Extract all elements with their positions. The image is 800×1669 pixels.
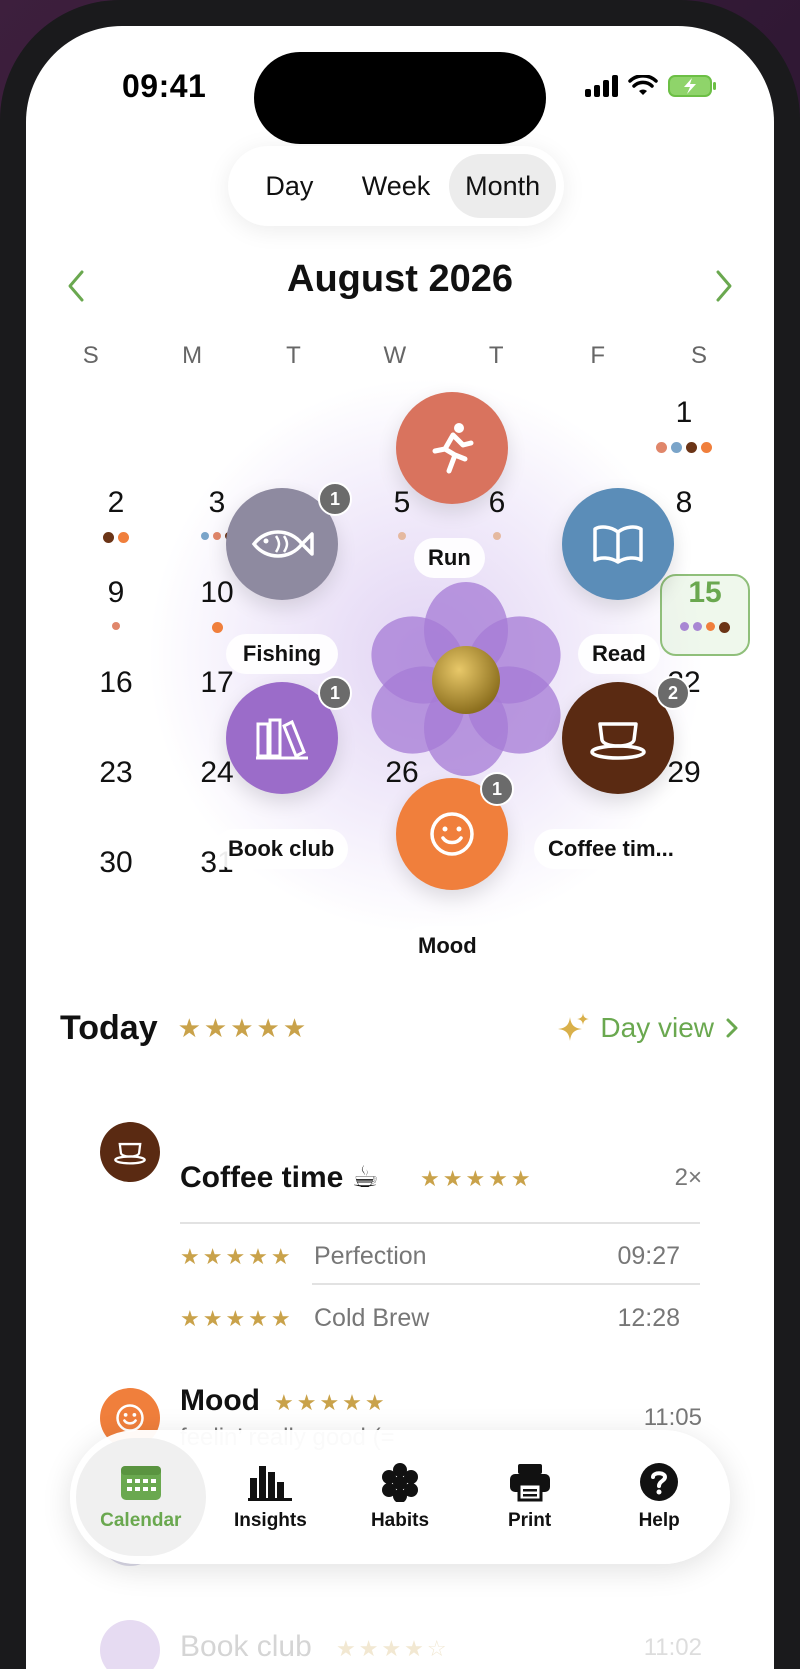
weekday-label: S <box>82 342 99 369</box>
status-time: 09:41 <box>122 68 207 104</box>
today-rating: ★★★★★ <box>177 1012 310 1043</box>
habit-mood-badge: 1 <box>480 772 514 806</box>
day-dots <box>71 622 161 630</box>
segment-day[interactable]: Day <box>236 154 343 218</box>
book-club-entry-time: 11:02 <box>643 1634 702 1661</box>
coffee-entry-rating: ★★★★★ <box>420 1166 534 1191</box>
calendar-day[interactable]: 2 <box>71 486 161 520</box>
bar-chart-icon <box>248 1466 293 1501</box>
next-month-chevron-icon[interactable] <box>708 266 738 306</box>
month-title: August 2026 <box>287 258 513 300</box>
calendar-day[interactable]: 9 <box>71 576 161 610</box>
tab-label: Help <box>638 1510 680 1531</box>
tab-print[interactable]: Print <box>465 1438 595 1556</box>
running-person-icon <box>432 423 474 474</box>
habit-coffee-badge: 2 <box>656 676 690 710</box>
tab-calendar[interactable]: Calendar <box>76 1438 206 1556</box>
mood-entry-title: Mood <box>180 1384 260 1417</box>
habit-read-button[interactable] <box>562 488 674 600</box>
tab-help[interactable]: Help <box>594 1438 724 1556</box>
calendar-day[interactable]: 1 <box>639 396 729 430</box>
day-dots <box>172 622 262 633</box>
log-rating: ★★★★★ <box>180 1244 294 1269</box>
mood-entry-rating: ★★★★★ <box>274 1390 388 1415</box>
tab-habits[interactable]: Habits <box>335 1438 465 1556</box>
view-segmented-control: Day Week Month <box>228 146 564 226</box>
dynamic-island <box>254 52 546 144</box>
day-view-link[interactable]: Day view <box>556 1011 740 1045</box>
fish-icon <box>251 530 314 558</box>
wifi-icon <box>628 75 658 97</box>
habit-read-label: Read <box>578 634 660 674</box>
chevron-right-icon <box>726 1018 738 1038</box>
books-icon <box>100 1620 160 1669</box>
weekday-label: F <box>590 342 605 369</box>
weekday-label: T <box>286 342 301 369</box>
coffee-entry-icon <box>100 1122 160 1182</box>
tab-label: Insights <box>233 1510 307 1531</box>
habit-fishing-badge: 1 <box>318 482 352 516</box>
coffee-log-row[interactable]: ★★★★★ Perfection 09:27 <box>180 1238 700 1278</box>
book-club-entry-rating: ★★★★☆ <box>336 1636 450 1661</box>
calendar-day[interactable]: 16 <box>71 666 161 700</box>
day-dots <box>71 532 161 543</box>
day-view-label: Day view <box>600 1012 714 1043</box>
phone-frame: 09:41 Day Week Month August 2026 S M T W… <box>0 0 800 1669</box>
printer-icon <box>509 1464 550 1502</box>
sparkles-icon <box>558 1013 590 1041</box>
flower-icon <box>381 1463 418 1502</box>
divider <box>180 1222 700 1224</box>
calendar-day[interactable]: 30 <box>71 846 161 880</box>
coffee-cup-icon <box>114 1142 146 1165</box>
tab-label: Habits <box>370 1510 430 1531</box>
log-note: Cold Brew <box>314 1304 430 1332</box>
tab-label: Print <box>507 1510 552 1531</box>
weekday-label: S <box>691 342 708 369</box>
habit-coffee-label: Coffee tim... <box>534 829 688 869</box>
status-icons <box>585 74 718 98</box>
weekday-header: S M T W T F S <box>40 342 750 370</box>
calendar-icon <box>120 1466 161 1500</box>
tab-bar: Calendar Insights Habits Print Help <box>70 1430 730 1564</box>
habit-run-button[interactable] <box>396 392 508 504</box>
calendar-day-today[interactable]: 15 <box>660 576 750 610</box>
segment-week[interactable]: Week <box>343 154 450 218</box>
log-note: Perfection <box>314 1242 427 1270</box>
books-icon <box>256 718 308 760</box>
habit-mood-label: Mood <box>404 926 491 966</box>
today-header: Today ★★★★★ Day view <box>60 1004 740 1052</box>
segment-month[interactable]: Month <box>449 154 557 218</box>
divider <box>312 1283 700 1285</box>
coffee-cup-icon <box>590 722 646 760</box>
coffee-entry-count: 2× <box>674 1164 702 1191</box>
log-rating: ★★★★★ <box>180 1306 294 1331</box>
smiley-face-icon <box>430 812 474 856</box>
habit-run-label: Run <box>414 538 485 578</box>
book-club-entry-title: Book club <box>180 1630 312 1663</box>
habit-book-club-label: Book club <box>214 829 349 869</box>
mood-entry-time: 11:05 <box>643 1404 702 1431</box>
today-title: Today <box>60 1008 158 1047</box>
day-dots <box>660 622 750 633</box>
open-book-icon <box>593 525 643 564</box>
smiley-face-icon <box>116 1404 144 1432</box>
cellular-signal-icon <box>585 75 618 97</box>
habit-fishing-label: Fishing <box>226 634 338 674</box>
coffee-entry-title: Coffee time ☕ <box>180 1161 379 1194</box>
weekday-label: W <box>383 342 407 369</box>
log-time: 09:27 <box>617 1242 680 1270</box>
screen: 09:41 Day Week Month August 2026 S M T W… <box>26 26 774 1669</box>
weekday-label: M <box>182 342 203 369</box>
habit-book-club-badge: 1 <box>318 676 352 710</box>
calendar-day[interactable]: 23 <box>71 756 161 790</box>
tab-insights[interactable]: Insights <box>206 1438 336 1556</box>
log-time: 12:28 <box>617 1304 680 1332</box>
weekday-label: T <box>488 342 504 369</box>
battery-charging-icon <box>668 74 718 98</box>
coffee-log-row[interactable]: ★★★★★ Cold Brew 12:28 <box>180 1300 700 1340</box>
day-dots <box>639 442 729 453</box>
habits-flower-button[interactable] <box>366 578 566 778</box>
tab-label: Calendar <box>100 1510 182 1531</box>
question-mark-circle-icon <box>640 1463 679 1501</box>
